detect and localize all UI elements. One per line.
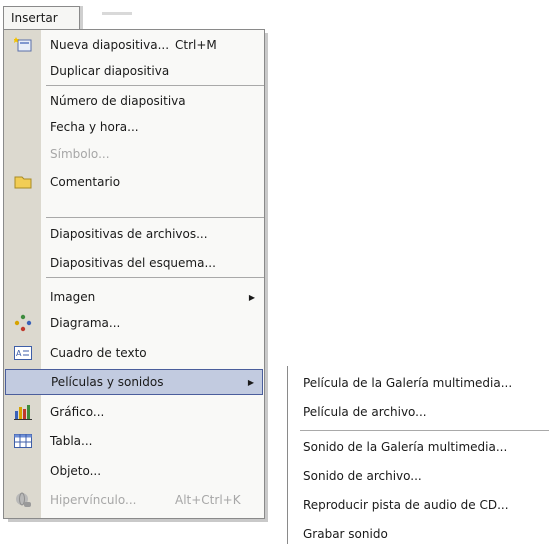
submenu-separator <box>300 430 549 431</box>
submenu-item-gallery-movie[interactable]: Película de la Galería multimedia... <box>303 372 512 394</box>
diagram-icon <box>5 314 41 332</box>
menu-insertar[interactable]: Insertar <box>3 6 80 30</box>
menu-item-label: Comentario <box>50 175 121 189</box>
menu-item-label: Cuadro de texto <box>50 346 147 360</box>
menu-separator <box>46 217 264 218</box>
submenu-item-movie-from-file[interactable]: Película de archivo... <box>303 401 427 423</box>
insert-dropdown-menu: Nueva diapositiva... Ctrl+M Duplicar dia… <box>3 29 265 519</box>
menu-item-new-slide[interactable]: Nueva diapositiva... Ctrl+M <box>5 32 263 58</box>
menu-item-diagram[interactable]: Diagrama... <box>5 310 263 336</box>
menu-item-label: Objeto... <box>50 464 102 478</box>
menu-item-label: Diagrama... <box>50 316 121 330</box>
submenu-item-play-cd-track[interactable]: Reproducir pista de audio de CD... <box>303 494 509 516</box>
tab-shadow <box>80 6 83 30</box>
submenu-arrow-icon: ▶ <box>248 292 255 302</box>
menu-separator <box>46 277 264 278</box>
menu-item-label: Imagen <box>50 290 96 304</box>
menu-shadow <box>265 33 268 521</box>
textbox-icon: A <box>5 346 41 360</box>
menu-item-comment[interactable]: Comentario <box>5 169 263 195</box>
menu-item-symbol: Símbolo... <box>5 141 263 167</box>
submenu-arrow-icon: ▶ <box>247 377 254 387</box>
menu-item-shortcut: Alt+Ctrl+K <box>175 493 241 507</box>
menu-item-label: Símbolo... <box>50 147 110 161</box>
comment-icon <box>5 175 41 189</box>
menu-item-slide-number[interactable]: Número de diapositiva <box>5 88 263 114</box>
menu-item-label: Duplicar diapositiva <box>50 64 170 78</box>
svg-text:A: A <box>16 349 22 358</box>
new-slide-icon <box>5 37 41 53</box>
menu-item-hyperlink: Hipervínculo... Alt+Ctrl+K <box>5 487 263 513</box>
menu-shadow-bottom <box>8 519 268 522</box>
menu-insertar-label: Insertar <box>11 11 58 25</box>
submenu-item-sound-from-file[interactable]: Sonido de archivo... <box>303 465 422 487</box>
menu-item-label: Gráfico... <box>50 405 105 419</box>
hyperlink-icon <box>5 491 41 509</box>
menu-item-object[interactable]: Objeto... <box>5 458 263 484</box>
menu-item-label: Nueva diapositiva... <box>50 38 170 52</box>
menu-separator <box>46 85 264 86</box>
table-icon <box>5 434 41 448</box>
menu-item-label: Fecha y hora... <box>50 120 139 134</box>
menu-item-shortcut: Ctrl+M <box>175 38 217 52</box>
submenu-item-record-sound[interactable]: Grabar sonido <box>303 523 388 545</box>
menu-item-slides-from-outline[interactable]: Diapositivas del esquema... <box>5 250 263 276</box>
menu-item-label: Diapositivas de archivos... <box>50 227 208 241</box>
menu-item-slides-from-files[interactable]: Diapositivas de archivos... <box>5 221 263 247</box>
menu-item-label: Tabla... <box>50 434 93 448</box>
menu-item-label: Hipervínculo... <box>50 493 137 507</box>
menu-item-duplicate-slide[interactable]: Duplicar diapositiva <box>5 58 263 84</box>
submenu-border <box>287 366 288 544</box>
menubar-stub <box>102 12 132 15</box>
menu-item-table[interactable]: Tabla... <box>5 428 263 454</box>
menu-item-label: Número de diapositiva <box>50 94 186 108</box>
menu-item-chart[interactable]: Gráfico... <box>5 399 263 425</box>
menu-item-label: Diapositivas del esquema... <box>50 256 216 270</box>
menu-item-movies-sounds[interactable]: Películas y sonidos ▶ <box>5 369 263 395</box>
menu-item-date-time[interactable]: Fecha y hora... <box>5 114 263 140</box>
movies-sounds-submenu: Película de la Galería multimedia... Pel… <box>287 366 549 544</box>
submenu-item-gallery-sound[interactable]: Sonido de la Galería multimedia... <box>303 436 507 458</box>
chart-icon <box>5 404 41 420</box>
menu-item-label: Películas y sonidos <box>51 375 164 389</box>
menu-item-textbox[interactable]: A Cuadro de texto <box>5 340 263 366</box>
menu-item-image[interactable]: Imagen ▶ <box>5 284 263 310</box>
